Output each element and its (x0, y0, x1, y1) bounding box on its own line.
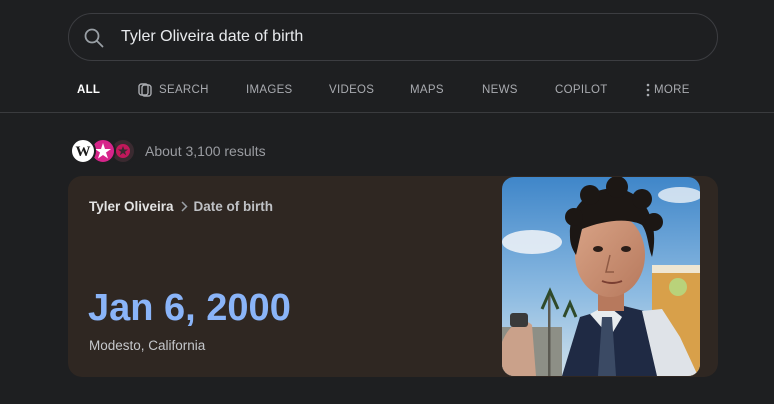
copilot-search-icon (138, 83, 152, 97)
tab-news[interactable]: NEWS (482, 76, 518, 104)
search-tabs: ALL SEARCH IMAGES VIDEOS MAPS NEWS COPIL… (0, 76, 774, 104)
breadcrumb-entity[interactable]: Tyler Oliveira (89, 199, 174, 214)
breadcrumb-attribute: Date of birth (193, 199, 274, 214)
tabs-divider (0, 112, 774, 113)
search-icon[interactable] (83, 27, 105, 49)
tab-all[interactable]: ALL (77, 76, 100, 104)
breadcrumb: Tyler Oliveira Date of birth (89, 199, 273, 215)
more-vertical-icon (646, 83, 650, 97)
birth-place[interactable]: Modesto, California (89, 338, 205, 353)
tab-search[interactable]: SEARCH (137, 76, 209, 104)
tab-copilot[interactable]: COPILOT (555, 76, 608, 104)
source-icons[interactable]: W (70, 138, 138, 164)
portrait-photo[interactable] (502, 177, 700, 376)
search-box[interactable] (68, 13, 718, 61)
tab-maps[interactable]: MAPS (410, 76, 444, 104)
svg-text:W: W (76, 144, 91, 160)
search-input[interactable] (121, 14, 681, 60)
wikipedia-icon[interactable]: W (70, 138, 96, 164)
tab-more[interactable]: MORE (646, 76, 690, 104)
answer-card: Tyler Oliveira Date of birth Jan 6, 2000 … (68, 176, 718, 377)
answer-value: Jan 6, 2000 (88, 287, 291, 329)
chevron-right-icon (181, 201, 188, 212)
tab-images[interactable]: IMAGES (246, 76, 293, 104)
results-count: About 3,100 results (145, 143, 266, 159)
tab-videos[interactable]: VIDEOS (329, 76, 374, 104)
